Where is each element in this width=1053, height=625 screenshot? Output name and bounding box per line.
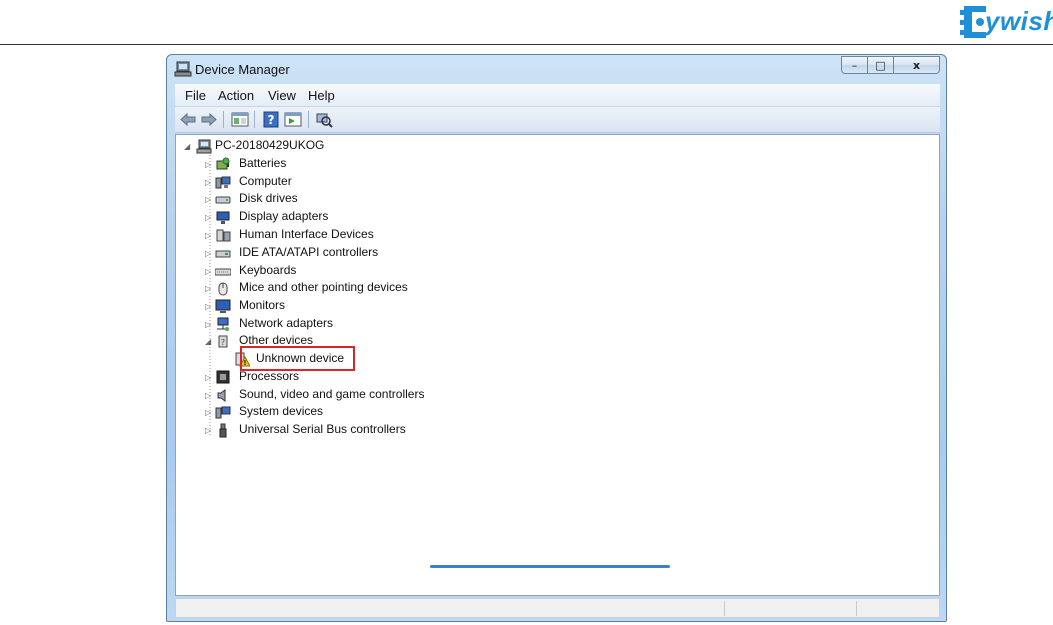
other-devices-icon: ? xyxy=(218,335,228,348)
hid-icon xyxy=(216,229,231,242)
scan-hardware-icon[interactable] xyxy=(315,111,333,128)
expand-arrow-icon[interactable]: ▷ xyxy=(205,249,213,259)
expand-arrow-icon[interactable]: ▷ xyxy=(205,302,213,312)
battery-icon xyxy=(216,157,230,170)
device-manager-icon xyxy=(174,61,192,77)
expand-arrow-icon[interactable]: ▷ xyxy=(205,426,213,436)
caption-buttons: – □ x xyxy=(841,56,940,75)
toolbar-separator xyxy=(223,111,224,128)
expand-arrow-icon[interactable]: ▷ xyxy=(205,178,213,188)
expand-arrow-icon[interactable]: ▷ xyxy=(205,231,213,241)
display-adapter-icon xyxy=(216,211,230,224)
tree-item[interactable]: ▷ Display adapters xyxy=(202,209,502,227)
expand-arrow-icon[interactable]: ▷ xyxy=(205,320,213,330)
tree-item[interactable]: ▷ Batteries xyxy=(202,156,502,174)
toolbar: ? xyxy=(175,107,940,133)
tree-item[interactable]: ▷ Human Interface Devices xyxy=(202,227,502,245)
expand-arrow-icon[interactable]: ▷ xyxy=(205,284,213,294)
toolbar-separator xyxy=(254,111,255,128)
logo-text: ywish xyxy=(985,6,1053,36)
tree-item-label: Mice and other pointing devices xyxy=(239,280,408,294)
title-bar[interactable]: Device Manager – □ x xyxy=(167,55,946,83)
tree-item-label: Other devices xyxy=(239,333,314,347)
tree-item-label: Network adapters xyxy=(239,316,334,330)
menu-help[interactable]: Help xyxy=(308,88,335,103)
keyboard-icon xyxy=(215,268,231,276)
tree-item-label: Human Interface Devices xyxy=(239,227,374,241)
tree-item-label: Disk drives xyxy=(239,191,298,205)
highlight-box xyxy=(240,346,355,371)
tree-item[interactable]: ▷ System devices xyxy=(202,404,502,422)
device-tree[interactable]: ◢ PC-20180429UKOG ▷ Batteries ▷ Computer… xyxy=(175,134,940,596)
usb-icon xyxy=(219,423,227,438)
status-bar xyxy=(175,598,940,618)
header-rule xyxy=(0,44,1053,45)
expand-arrow-icon[interactable]: ▷ xyxy=(205,391,213,401)
run-icon[interactable] xyxy=(284,111,302,128)
network-adapter-icon xyxy=(217,317,229,331)
tree-item[interactable]: ▷ Computer xyxy=(202,174,502,192)
taskbar-glow xyxy=(430,565,670,568)
tree-item-label: Batteries xyxy=(239,156,287,170)
monitor-icon xyxy=(215,299,231,313)
tree-item[interactable]: ▷ IDE ATA/ATAPI controllers xyxy=(202,245,502,263)
system-devices-icon xyxy=(215,406,231,419)
processor-icon xyxy=(216,370,230,384)
tree-item-label: Computer xyxy=(239,174,292,188)
tree-item[interactable]: ▷ Disk drives xyxy=(202,191,502,209)
expand-arrow-icon[interactable]: ▷ xyxy=(205,267,213,277)
help-icon[interactable]: ? xyxy=(262,111,280,128)
forward-icon[interactable] xyxy=(200,111,218,128)
menu-action[interactable]: Action xyxy=(218,88,254,103)
tree-root[interactable]: ◢ PC-20180429UKOG xyxy=(182,138,382,156)
expand-arrow-icon[interactable]: ▷ xyxy=(205,160,213,170)
device-manager-window: Device Manager – □ x File Action View He… xyxy=(166,54,947,622)
toolbar-separator xyxy=(308,111,309,128)
tree-item[interactable]: ▷ Monitors xyxy=(202,298,502,316)
minimize-button[interactable]: – xyxy=(841,56,868,74)
disk-drive-icon xyxy=(215,196,231,204)
window-title: Device Manager xyxy=(195,62,290,77)
status-divider xyxy=(724,601,725,616)
tree-item-label: Universal Serial Bus controllers xyxy=(239,422,406,436)
expand-arrow-icon[interactable]: ▷ xyxy=(205,213,213,223)
expand-arrow-icon[interactable]: ▷ xyxy=(205,195,213,205)
tree-item-label: Display adapters xyxy=(239,209,329,223)
tree-item-label: Processors xyxy=(239,369,300,383)
tree-item-label: IDE ATA/ATAPI controllers xyxy=(239,245,379,259)
collapse-arrow-icon[interactable]: ◢ xyxy=(205,337,213,347)
expand-arrow-icon[interactable]: ▷ xyxy=(205,373,213,383)
menu-file[interactable]: File xyxy=(185,88,206,103)
properties-icon[interactable] xyxy=(231,111,249,128)
menu-view[interactable]: View xyxy=(268,88,296,103)
tree-item[interactable]: ▷ Sound, video and game controllers xyxy=(202,387,502,405)
ide-controller-icon xyxy=(215,250,231,258)
tree-item[interactable]: ▷ Mice and other pointing devices xyxy=(202,280,502,298)
tree-item-label: System devices xyxy=(239,404,324,418)
tree-root-label: PC-20180429UKOG xyxy=(215,138,325,152)
svg-text:?: ? xyxy=(221,338,225,347)
tree-item-label: Monitors xyxy=(239,298,286,312)
tree-item[interactable]: ▷ Keyboards xyxy=(202,263,502,281)
collapse-arrow-icon[interactable]: ◢ xyxy=(184,142,192,152)
maximize-button[interactable]: □ xyxy=(868,56,894,74)
back-icon[interactable] xyxy=(179,111,197,128)
tree-item-label: Sound, video and game controllers xyxy=(239,387,425,401)
computer-icon xyxy=(215,176,231,189)
computer-root-icon xyxy=(196,139,212,154)
tree-item[interactable]: ▷ Universal Serial Bus controllers xyxy=(202,422,502,440)
close-button[interactable]: x xyxy=(894,56,940,74)
sound-icon xyxy=(217,389,226,402)
tree-item[interactable]: ▷ Processors xyxy=(202,369,502,387)
tree-item[interactable]: ▷ Network adapters xyxy=(202,316,502,334)
expand-arrow-icon[interactable]: ▷ xyxy=(205,408,213,418)
status-divider xyxy=(856,601,857,616)
menu-bar: File Action View Help xyxy=(175,84,940,107)
svg-text:?: ? xyxy=(268,113,275,127)
tree-item-label: Keyboards xyxy=(239,263,297,277)
mouse-icon xyxy=(218,282,228,296)
